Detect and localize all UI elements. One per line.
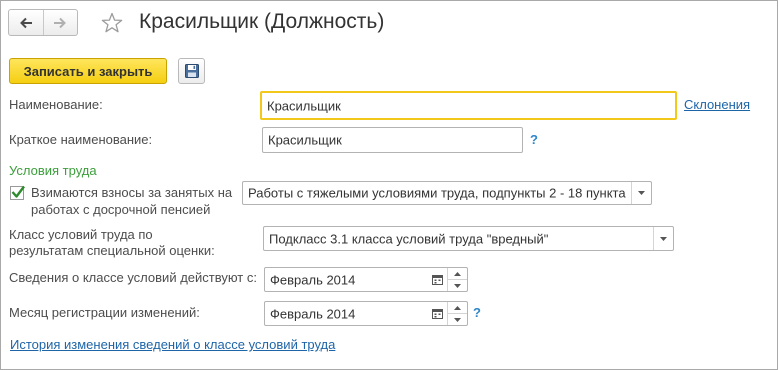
page-title: Красильщик (Должность)	[139, 10, 385, 33]
forward-button[interactable]	[42, 10, 78, 35]
name-input[interactable]: Красильщик	[260, 91, 677, 120]
navigation-buttons	[8, 9, 78, 36]
history-link[interactable]: История изменения сведений о классе усло…	[10, 337, 335, 352]
short-name-label: Краткое наименование:	[9, 132, 153, 147]
chevron-down-icon	[660, 236, 667, 241]
spin-down-icon[interactable]	[448, 313, 467, 325]
calendar-icon	[432, 309, 443, 319]
checkmark-icon	[11, 185, 25, 198]
registration-month-input[interactable]: Февраль 2014	[264, 301, 468, 326]
name-label: Наименование:	[9, 97, 103, 112]
spin-down-icon[interactable]	[448, 279, 467, 291]
effective-date-value: Февраль 2014	[270, 272, 356, 287]
registration-month-spinner[interactable]	[447, 302, 467, 325]
registration-month-label: Месяц регистрации изменений:	[9, 305, 200, 320]
class-label-line2: результатам специальной оценки:	[9, 243, 215, 258]
contributions-dropdown-button[interactable]	[631, 182, 651, 204]
contributions-select-value: Работы с тяжелыми условиями труда, подпу…	[248, 185, 626, 201]
chevron-down-icon	[638, 191, 645, 195]
contributions-label-line1: Взимаются взносы за занятых на	[31, 185, 233, 200]
effective-date-calendar-button[interactable]	[428, 268, 447, 291]
save-and-close-button[interactable]: Записать и закрыть	[9, 58, 167, 84]
contributions-select[interactable]: Работы с тяжелыми условиями труда, подпу…	[242, 181, 652, 205]
class-select-value: Подкласс 3.1 класса условий труда "вредн…	[269, 231, 549, 246]
save-button[interactable]	[178, 58, 205, 84]
effective-date-spinner[interactable]	[447, 268, 467, 291]
class-dropdown-button[interactable]	[653, 227, 673, 250]
effective-date-input[interactable]: Февраль 2014	[264, 267, 468, 292]
section-title-working-conditions: Условия труда	[9, 163, 97, 178]
form-window: Красильщик (Должность) Записать и закрыт…	[0, 0, 778, 370]
name-input-value: Красильщик	[267, 98, 341, 113]
registration-month-value: Февраль 2014	[270, 306, 356, 321]
effective-date-label: Сведения о классе условий действуют с:	[9, 270, 257, 285]
calendar-icon	[432, 275, 443, 285]
contributions-checkbox[interactable]	[10, 185, 25, 200]
back-button[interactable]	[9, 10, 43, 35]
class-select[interactable]: Подкласс 3.1 класса условий труда "вредн…	[263, 226, 674, 251]
arrow-right-icon	[54, 17, 67, 28]
short-name-help-icon[interactable]: ?	[530, 132, 538, 147]
spin-up-icon[interactable]	[448, 268, 467, 279]
class-label-line1: Класс условий труда по	[9, 227, 153, 242]
floppy-disk-icon	[184, 64, 199, 78]
contributions-label-line2: работах с досрочной пенсией	[31, 202, 211, 217]
arrow-left-icon	[19, 17, 32, 28]
short-name-input-value: Красильщик	[268, 132, 342, 148]
spin-up-icon[interactable]	[448, 302, 467, 313]
short-name-input[interactable]: Красильщик	[262, 127, 523, 153]
star-icon[interactable]	[100, 11, 124, 35]
registration-month-help-icon[interactable]: ?	[473, 305, 481, 320]
declensions-link[interactable]: Склонения	[684, 97, 750, 112]
registration-month-calendar-button[interactable]	[428, 302, 447, 325]
